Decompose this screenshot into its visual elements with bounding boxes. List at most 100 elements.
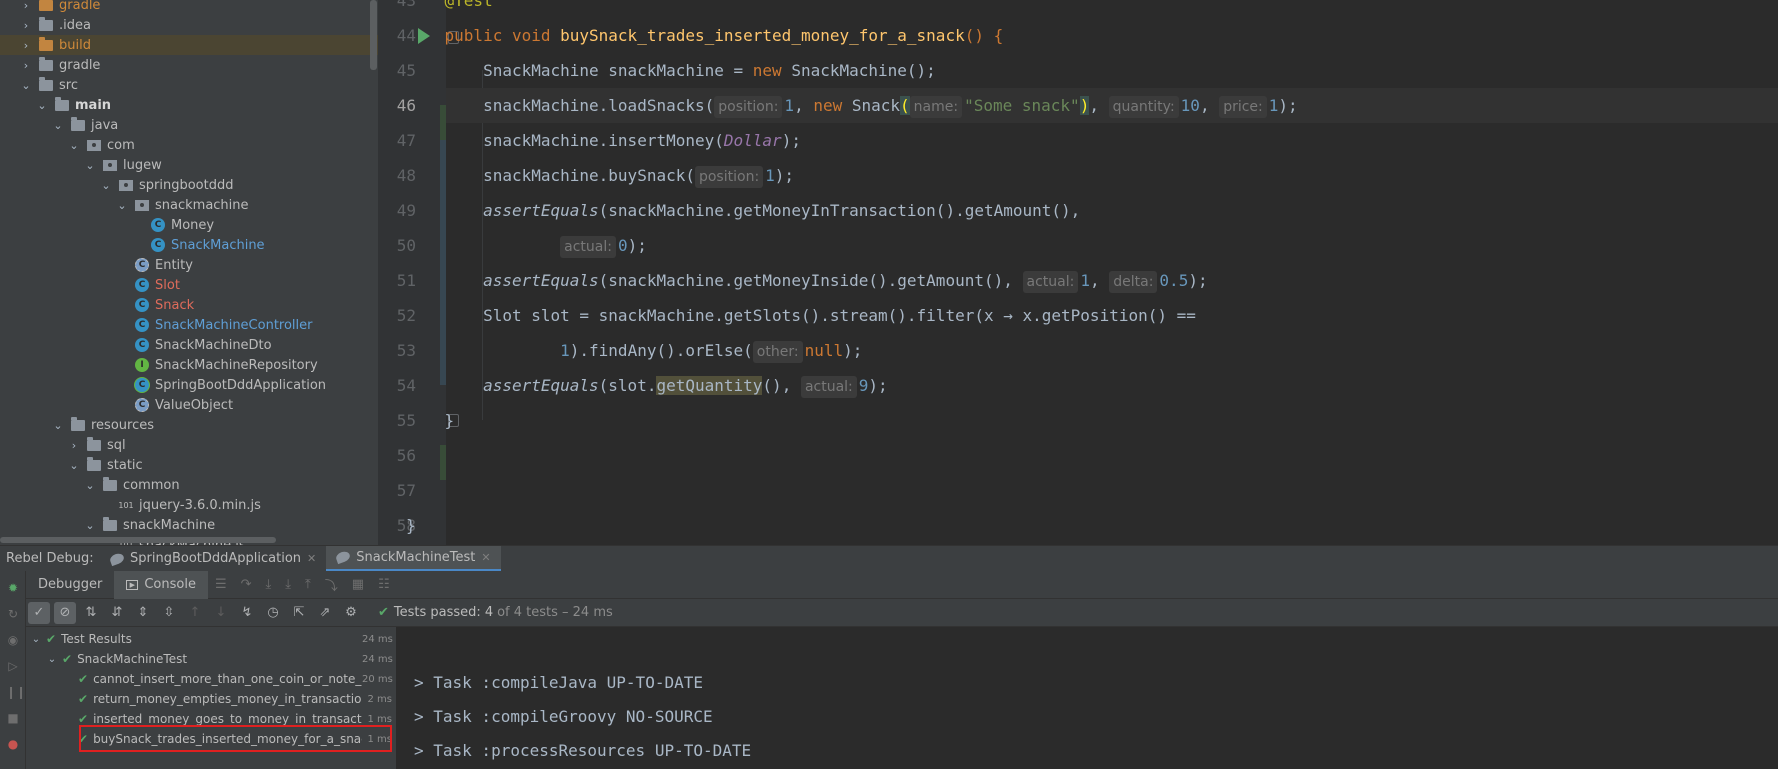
chevron-right-icon[interactable]: › xyxy=(20,19,32,32)
tree-item-snack[interactable]: C Snack xyxy=(0,295,378,315)
tree-item-main[interactable]: ⌄ main xyxy=(0,95,378,115)
code-line[interactable]: assertEquals(slot.getQuantity(), actual:… xyxy=(446,368,1778,403)
code-line[interactable] xyxy=(446,473,1778,508)
show-ignored-button[interactable]: ⊘ xyxy=(54,601,76,624)
tree-item-snackmachine[interactable]: ⌄ snackMachine xyxy=(0,515,378,535)
tree-horizontal-scrollbar[interactable] xyxy=(0,537,276,543)
test-results-root[interactable]: ⌄ ✔ Test Results 24 ms xyxy=(26,629,396,649)
export-results-button[interactable]: ⇱ xyxy=(288,602,310,624)
show-passed-button[interactable]: ✓ xyxy=(28,601,50,624)
tree-item-static[interactable]: ⌄ static xyxy=(0,455,378,475)
run-to-cursor-icon[interactable]: ⤵ xyxy=(325,575,338,594)
chevron-down-icon[interactable]: ⌄ xyxy=(68,459,80,472)
tree-item-sql[interactable]: › sql xyxy=(0,435,378,455)
tab-snackmachinetest[interactable]: SnackMachineTest ✕ xyxy=(326,545,501,572)
chevron-down-icon[interactable]: ⌄ xyxy=(84,519,96,532)
import-tests-button[interactable]: ↯ xyxy=(236,602,258,624)
stop-icon[interactable]: ■ xyxy=(6,711,20,725)
tree-item-springbootddd[interactable]: ⌄ springbootddd xyxy=(0,175,378,195)
chevron-down-icon[interactable]: ⌄ xyxy=(36,99,48,112)
debug-bug-icon[interactable]: ✹ xyxy=(6,581,20,595)
code-line[interactable]: @Test xyxy=(445,0,1778,18)
code-line[interactable]: snackMachine.insertMoney(Dollar); xyxy=(446,123,1778,158)
code-line[interactable]: snackMachine.loadSnacks(position: 1, new … xyxy=(446,88,1778,123)
tree-item-build[interactable]: › build xyxy=(0,35,378,55)
open-external-button[interactable]: ⇗ xyxy=(314,602,336,624)
chevron-down-icon[interactable]: ⌄ xyxy=(84,479,96,492)
tab-debugger[interactable]: Debugger xyxy=(26,571,114,599)
code-line[interactable]: } xyxy=(406,508,1778,543)
tree-item-springbootdddapplication[interactable]: C SpringBootDddApplication xyxy=(0,375,378,395)
tree-item-jquery-3-6-0-min-js[interactable]: 101 jquery-3.6.0.min.js xyxy=(0,495,378,515)
test-suite-row[interactable]: ⌄ ✔ SnackMachineTest 24 ms xyxy=(26,649,396,669)
tree-item-valueobject[interactable]: C ValueObject xyxy=(0,395,378,415)
code-line[interactable]: } xyxy=(445,403,1778,438)
previous-failed-button[interactable]: ↑ xyxy=(184,602,206,624)
close-icon[interactable]: ✕ xyxy=(481,551,490,564)
tree-item-snackmachine[interactable]: ⌄ snackmachine xyxy=(0,195,378,215)
settings-list-icon[interactable]: ☷ xyxy=(378,577,390,592)
tab-console[interactable]: ▶ Console xyxy=(114,570,208,599)
expand-all-button[interactable]: ⇕ xyxy=(132,602,154,624)
code-line[interactable]: 1).findAny().orElse(other: null); xyxy=(446,333,1778,368)
tree-item-gradle[interactable]: › gradle xyxy=(0,55,378,75)
resume-icon[interactable]: ▷ xyxy=(6,659,20,673)
code-editor[interactable]: 43 44 45 46 47 48 49 50 51 52 53 54 55 56 57 58 @Test p… xyxy=(378,0,1778,545)
tree-item-snackmachine[interactable]: C SnackMachine xyxy=(0,235,378,255)
tree-item-src[interactable]: ⌄ src xyxy=(0,75,378,95)
code-line[interactable]: assertEquals(snackMachine.getMoneyInside… xyxy=(446,263,1778,298)
tree-item-resources[interactable]: ⌄ resources xyxy=(0,415,378,435)
evaluate-expression-icon[interactable]: ▦ xyxy=(352,577,364,592)
tree-item-common[interactable]: ⌄ common xyxy=(0,475,378,495)
chevron-down-icon[interactable]: ⌄ xyxy=(30,634,42,645)
code-line[interactable]: assertEquals(snackMachine.getMoneyInTran… xyxy=(446,193,1778,228)
tree-vertical-scrollbar[interactable] xyxy=(370,0,377,70)
collapse-all-button[interactable]: ⇳ xyxy=(158,602,180,624)
step-out-icon[interactable]: ⤒ xyxy=(305,577,311,592)
code-line[interactable]: Slot slot = snackMachine.getSlots().stre… xyxy=(446,298,1778,333)
chevron-down-icon[interactable]: ⌄ xyxy=(84,159,96,172)
force-step-into-icon[interactable]: ⤓ xyxy=(285,577,291,592)
step-into-icon[interactable]: ⤓ xyxy=(266,577,272,592)
rerun-icon[interactable]: ↻ xyxy=(6,607,20,621)
code-line[interactable] xyxy=(446,438,1778,473)
tree-item-lugew[interactable]: ⌄ lugew xyxy=(0,155,378,175)
code-line[interactable]: actual: 0); xyxy=(446,228,1778,263)
console-output[interactable]: > Task :compileJava UP-TO-DATE > Task :c… xyxy=(396,627,1778,769)
tree-item-gradle[interactable]: › gradle xyxy=(0,0,378,15)
tree-item-java[interactable]: ⌄ java xyxy=(0,115,378,135)
tree-item-snackmachinedto[interactable]: C SnackMachineDto xyxy=(0,335,378,355)
chevron-right-icon[interactable]: › xyxy=(20,59,32,72)
chevron-down-icon[interactable]: ⌄ xyxy=(116,199,128,212)
sort-alphabetically-button[interactable]: ⇅ xyxy=(80,602,102,624)
code-line[interactable]: snackMachine.buySnack(position: 1); xyxy=(446,158,1778,193)
test-case-row[interactable]: ✔ inserted_money_goes_to_money_in_transa… xyxy=(26,709,396,729)
gear-icon[interactable]: ⚙ xyxy=(340,602,362,624)
chevron-right-icon[interactable]: › xyxy=(20,39,32,52)
tree-item-com[interactable]: ⌄ com xyxy=(0,135,378,155)
chevron-right-icon[interactable]: › xyxy=(20,0,32,12)
tree-item-slot[interactable]: C Slot xyxy=(0,275,378,295)
menu-icon[interactable]: ☰ xyxy=(215,577,227,592)
test-case-row-selected[interactable]: ✔ buySnack_trades_inserted_money_for_a_s… xyxy=(26,729,396,749)
mute-breakpoints-icon[interactable]: ● xyxy=(6,737,20,751)
view-breakpoints-icon[interactable]: ◉ xyxy=(6,633,20,647)
chevron-down-icon[interactable]: ⌄ xyxy=(20,79,32,92)
close-icon[interactable]: ✕ xyxy=(307,552,316,565)
step-over-icon[interactable]: ↷ xyxy=(241,577,252,592)
chevron-down-icon[interactable]: ⌄ xyxy=(100,179,112,192)
tree-item-entity[interactable]: C Entity xyxy=(0,255,378,275)
sort-by-duration-button[interactable]: ⇵ xyxy=(106,602,128,624)
test-case-row[interactable]: ✔ return_money_empties_money_in_transact… xyxy=(26,689,396,709)
chevron-right-icon[interactable]: › xyxy=(68,439,80,452)
code-line[interactable]: SnackMachine snackMachine = new SnackMac… xyxy=(446,53,1778,88)
test-history-icon[interactable]: ◷ xyxy=(262,602,284,624)
code-line[interactable]: public void buySnack_trades_inserted_mon… xyxy=(445,18,1778,53)
tree-item-money[interactable]: C Money xyxy=(0,215,378,235)
pause-icon[interactable]: ❙❙ xyxy=(6,685,26,699)
tab-springbootdddapplication[interactable]: SpringBootDddApplication ✕ xyxy=(100,546,326,572)
tree-item-snackmachinerepository[interactable]: I SnackMachineRepository xyxy=(0,355,378,375)
test-case-row[interactable]: ✔ cannot_insert_more_than_one_coin_or_no… xyxy=(26,669,396,689)
tree-item-snackmachinecontroller[interactable]: C SnackMachineController xyxy=(0,315,378,335)
chevron-down-icon[interactable]: ⌄ xyxy=(68,139,80,152)
